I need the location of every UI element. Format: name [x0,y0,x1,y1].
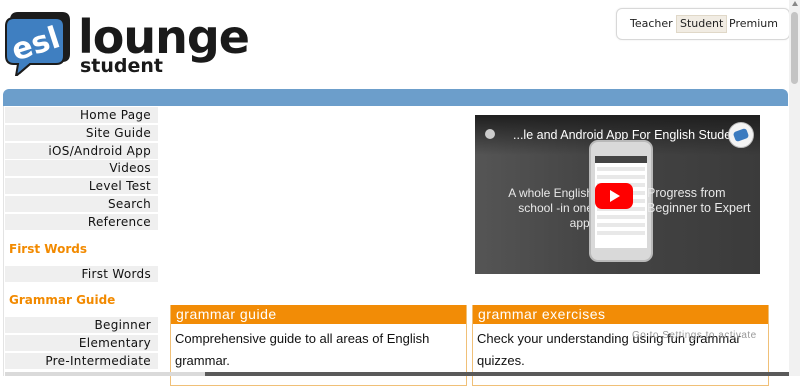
bottom-divider-left [5,372,205,376]
sidebar-heading-first-words: First Words [5,231,158,266]
sidebar-heading-grammar-guide: Grammar Guide [5,283,158,318]
channel-avatar-icon [485,129,495,139]
page: esl lounge student Teacher Student Premi… [0,0,800,386]
sidebar-item-level-test[interactable]: Level Test [5,178,158,195]
video-caption-left: A whole English school -in one app! [508,186,593,230]
grammar-guide-title[interactable]: grammar guide [171,305,466,324]
scroll-up-arrow-icon[interactable] [792,1,798,6]
sidebar-item-pre-intermediate[interactable]: Pre-Intermediate [5,352,158,369]
video-player[interactable]: ...le and Android App For English Studen… [475,115,760,274]
scrollbar-thumb[interactable] [791,12,798,84]
audience-student-link[interactable]: Student [676,15,728,33]
sidebar-item-videos[interactable]: Videos [5,160,158,177]
youtube-play-icon[interactable] [595,183,633,209]
video-caption-right: Progress from Beginner to Expert [647,186,751,215]
logo-word: lounge [78,10,250,64]
site-logo[interactable]: esl lounge student [4,8,250,78]
sidebar-item-app[interactable]: iOS/Android App [5,142,158,159]
sidebar-item-elementary[interactable]: Elementary [5,335,158,352]
channel-logo-icon[interactable] [728,122,754,148]
sidebar-nav: Home Page Site Guide iOS/Android App Vid… [5,107,158,371]
logo-sub: student [80,55,164,77]
grammar-guide-body: Comprehensive guide to all areas of Engl… [175,331,430,368]
page-scrollbar[interactable] [789,0,800,376]
sidebar-item-first-words[interactable]: First Words [5,265,158,282]
sidebar-item-home-page[interactable]: Home Page [5,107,158,123]
audience-switcher: Teacher Student Premium [616,8,790,40]
esl-logo-icon: esl [5,12,70,76]
sidebar-item-reference[interactable]: Reference [5,213,158,230]
grammar-exercises-title[interactable]: grammar exercises [473,305,768,324]
activation-watermark: Go to Settings to activate [632,330,757,341]
taskbar-strip [205,372,790,376]
header-bar [3,89,788,106]
sidebar-item-site-guide[interactable]: Site Guide [5,124,158,141]
sidebar-item-search[interactable]: Search [5,195,158,212]
audience-teacher-link[interactable]: Teacher [630,16,673,32]
sidebar-item-beginner[interactable]: Beginner [5,317,158,334]
audience-premium-link[interactable]: Premium [729,16,778,32]
